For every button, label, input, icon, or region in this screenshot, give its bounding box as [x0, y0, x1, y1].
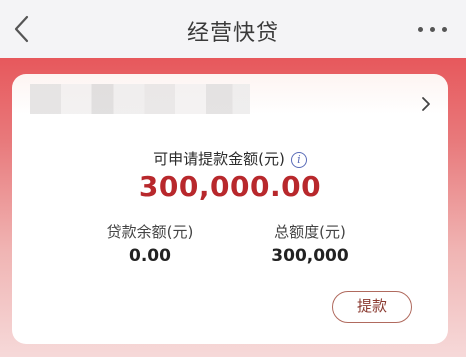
loan-balance-stat: 贷款余额(元) 0.00 [70, 221, 230, 266]
loan-balance-label: 贷款余额(元) [106, 223, 194, 241]
more-dot [442, 27, 447, 32]
nav-bar: 经营快贷 [0, 0, 466, 58]
page-title: 经营快贷 [186, 21, 279, 46]
more-dot [430, 27, 435, 32]
card-detail-link[interactable] [420, 96, 432, 112]
masked-account-name [30, 84, 250, 114]
total-limit-value: 300,000 [271, 246, 349, 266]
available-amount-label: 可申请提款金额(元) [153, 150, 285, 168]
more-button[interactable] [418, 22, 448, 36]
chevron-right-icon [422, 97, 430, 111]
total-limit-label: 总额度(元) [274, 223, 346, 241]
loan-card: 可申请提款金额(元) i 300,000.00 贷款余额(元) 0.00 总额度(… [12, 74, 448, 344]
info-icon[interactable]: i [290, 152, 307, 168]
available-amount: 300,000.00 [138, 170, 322, 203]
loan-balance-value: 0.00 [129, 246, 171, 266]
withdraw-button[interactable]: 提款 [332, 291, 412, 323]
available-amount-label-row: 可申请提款金额(元) i [12, 148, 448, 169]
total-limit-stat: 总额度(元) 300,000 [230, 221, 390, 266]
more-dot [418, 27, 423, 32]
